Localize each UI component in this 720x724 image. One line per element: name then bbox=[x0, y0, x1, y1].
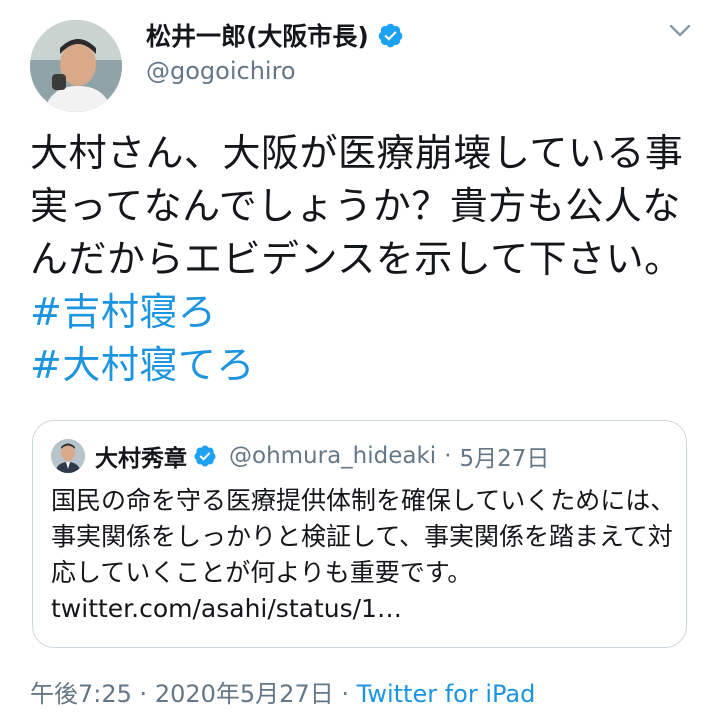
verified-badge-icon bbox=[193, 444, 217, 468]
author-name[interactable]: 松井一郎(大阪市長) bbox=[146, 17, 369, 53]
quoted-text: 国民の命を守る医療提供体制を確保していくためには、事実関係をしっかりと検証して、… bbox=[51, 483, 676, 627]
quoted-tweet-card[interactable]: 大村秀章 @ohmura_hideaki · 5月27日 国民の命を守る医療提供… bbox=[32, 420, 687, 648]
tweet-source-link[interactable]: Twitter for iPad bbox=[357, 680, 536, 708]
author-handle[interactable]: @gogoichiro bbox=[146, 56, 296, 86]
chevron-down-icon[interactable] bbox=[666, 16, 694, 44]
quoted-author-name: 大村秀章 bbox=[95, 446, 187, 472]
separator-dot: · bbox=[341, 680, 349, 708]
hashtag-link[interactable]: #大村寝てろ bbox=[30, 343, 255, 387]
tweet-date[interactable]: 2020年5月27日 bbox=[155, 680, 334, 708]
tweet-time[interactable]: 午後7:25 bbox=[30, 680, 132, 708]
separator-dot: · bbox=[139, 680, 148, 708]
quoted-date: 5月27日 bbox=[459, 446, 550, 472]
author-name-row: 松井一郎(大阪市長) bbox=[146, 16, 404, 54]
quoted-header: 大村秀章 @ohmura_hideaki · 5月27日 bbox=[95, 439, 549, 473]
quoted-body: 国民の命を守る医療提供体制を確保していくためには、事実関係をしっかりと検証して、… bbox=[51, 486, 676, 587]
quoted-link[interactable]: twitter.com/asahi/status/1… bbox=[51, 594, 402, 623]
tweet-body: 大村さん、大阪が医療崩壊している事実ってなんでしょうか？貴方も公人なんだからエビ… bbox=[30, 131, 684, 281]
separator-dot: · bbox=[444, 443, 452, 469]
quoted-author-avatar bbox=[51, 439, 85, 473]
quoted-author-handle: @ohmura_hideaki bbox=[229, 443, 437, 469]
hashtag-link[interactable]: #吉村寝ろ bbox=[30, 290, 216, 334]
tweet-meta: 午後7:25 · 2020年5月27日 · Twitter for iPad bbox=[30, 676, 535, 712]
verified-badge-icon bbox=[377, 22, 404, 49]
tweet-text: 大村さん、大阪が医療崩壊している事実ってなんでしょうか？貴方も公人なんだからエビ… bbox=[30, 127, 690, 392]
author-avatar[interactable] bbox=[30, 20, 122, 112]
